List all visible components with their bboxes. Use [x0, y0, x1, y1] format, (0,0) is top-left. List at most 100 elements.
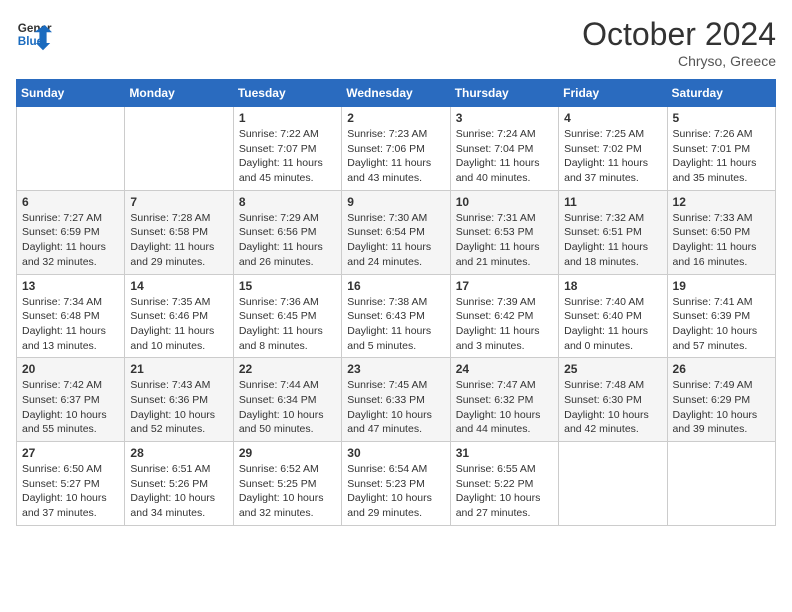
day-cell: 10 Sunrise: 7:31 AMSunset: 6:53 PMDayligh…	[450, 190, 558, 274]
day-number: 18	[564, 279, 661, 293]
col-header-sunday: Sunday	[17, 80, 125, 107]
day-cell: 22 Sunrise: 7:44 AMSunset: 6:34 PMDayligh…	[233, 358, 341, 442]
day-info: Sunrise: 7:28 AMSunset: 6:58 PMDaylight:…	[130, 211, 227, 270]
day-number: 25	[564, 362, 661, 376]
day-number: 17	[456, 279, 553, 293]
col-header-friday: Friday	[559, 80, 667, 107]
col-header-wednesday: Wednesday	[342, 80, 450, 107]
day-cell: 21 Sunrise: 7:43 AMSunset: 6:36 PMDayligh…	[125, 358, 233, 442]
calendar-table: SundayMondayTuesdayWednesdayThursdayFrid…	[16, 79, 776, 526]
day-info: Sunrise: 7:31 AMSunset: 6:53 PMDaylight:…	[456, 211, 553, 270]
day-number: 22	[239, 362, 336, 376]
day-cell: 5 Sunrise: 7:26 AMSunset: 7:01 PMDaylight…	[667, 107, 775, 191]
day-info: Sunrise: 7:43 AMSunset: 6:36 PMDaylight:…	[130, 378, 227, 437]
day-info: Sunrise: 7:49 AMSunset: 6:29 PMDaylight:…	[673, 378, 770, 437]
day-number: 2	[347, 111, 444, 125]
day-info: Sunrise: 7:40 AMSunset: 6:40 PMDaylight:…	[564, 295, 661, 354]
day-info: Sunrise: 6:55 AMSunset: 5:22 PMDaylight:…	[456, 462, 553, 521]
day-info: Sunrise: 7:48 AMSunset: 6:30 PMDaylight:…	[564, 378, 661, 437]
day-cell	[667, 442, 775, 526]
day-number: 5	[673, 111, 770, 125]
day-info: Sunrise: 7:30 AMSunset: 6:54 PMDaylight:…	[347, 211, 444, 270]
day-cell: 29 Sunrise: 6:52 AMSunset: 5:25 PMDayligh…	[233, 442, 341, 526]
day-number: 27	[22, 446, 119, 460]
week-row-3: 13 Sunrise: 7:34 AMSunset: 6:48 PMDayligh…	[17, 274, 776, 358]
day-cell: 31 Sunrise: 6:55 AMSunset: 5:22 PMDayligh…	[450, 442, 558, 526]
day-info: Sunrise: 7:45 AMSunset: 6:33 PMDaylight:…	[347, 378, 444, 437]
day-cell: 28Sunrise: 6:51 AMSunset: 5:26 PMDayligh…	[125, 442, 233, 526]
day-number: 13	[22, 279, 119, 293]
day-cell: 4 Sunrise: 7:25 AMSunset: 7:02 PMDaylight…	[559, 107, 667, 191]
day-cell: 6 Sunrise: 7:27 AMSunset: 6:59 PMDaylight…	[17, 190, 125, 274]
day-cell	[17, 107, 125, 191]
day-cell: 1 Sunrise: 7:22 AMSunset: 7:07 PMDaylight…	[233, 107, 341, 191]
day-info: Sunrise: 7:44 AMSunset: 6:34 PMDaylight:…	[239, 378, 336, 437]
day-cell: 16Sunrise: 7:38 AMSunset: 6:43 PMDayligh…	[342, 274, 450, 358]
day-number: 19	[673, 279, 770, 293]
day-cell: 18 Sunrise: 7:40 AMSunset: 6:40 PMDayligh…	[559, 274, 667, 358]
month-title: October 2024	[582, 16, 776, 53]
day-info: Sunrise: 7:27 AMSunset: 6:59 PMDaylight:…	[22, 211, 119, 270]
day-number: 15	[239, 279, 336, 293]
day-info: Sunrise: 7:29 AMSunset: 6:56 PMDaylight:…	[239, 211, 336, 270]
day-info: Sunrise: 7:47 AMSunset: 6:32 PMDaylight:…	[456, 378, 553, 437]
day-cell: 17 Sunrise: 7:39 AMSunset: 6:42 PMDayligh…	[450, 274, 558, 358]
day-cell: 25 Sunrise: 7:48 AMSunset: 6:30 PMDayligh…	[559, 358, 667, 442]
day-number: 21	[130, 362, 227, 376]
day-cell: 26Sunrise: 7:49 AMSunset: 6:29 PMDayligh…	[667, 358, 775, 442]
day-cell: 14 Sunrise: 7:35 AMSunset: 6:46 PMDayligh…	[125, 274, 233, 358]
col-header-monday: Monday	[125, 80, 233, 107]
day-number: 9	[347, 195, 444, 209]
day-number: 30	[347, 446, 444, 460]
header-row: SundayMondayTuesdayWednesdayThursdayFrid…	[17, 80, 776, 107]
day-cell: 15Sunrise: 7:36 AMSunset: 6:45 PMDayligh…	[233, 274, 341, 358]
week-row-4: 20Sunrise: 7:42 AMSunset: 6:37 PMDayligh…	[17, 358, 776, 442]
day-number: 29	[239, 446, 336, 460]
day-cell: 20Sunrise: 7:42 AMSunset: 6:37 PMDayligh…	[17, 358, 125, 442]
day-cell: 2 Sunrise: 7:23 AMSunset: 7:06 PMDaylight…	[342, 107, 450, 191]
day-number: 3	[456, 111, 553, 125]
page-header: General Blue October 2024 Chryso, Greece	[16, 16, 776, 69]
day-number: 14	[130, 279, 227, 293]
day-cell: 12Sunrise: 7:33 AMSunset: 6:50 PMDayligh…	[667, 190, 775, 274]
day-info: Sunrise: 7:39 AMSunset: 6:42 PMDaylight:…	[456, 295, 553, 354]
day-number: 6	[22, 195, 119, 209]
day-number: 11	[564, 195, 661, 209]
day-cell: 24Sunrise: 7:47 AMSunset: 6:32 PMDayligh…	[450, 358, 558, 442]
day-cell: 19 Sunrise: 7:41 AMSunset: 6:39 PMDayligh…	[667, 274, 775, 358]
day-cell: 30Sunrise: 6:54 AMSunset: 5:23 PMDayligh…	[342, 442, 450, 526]
day-info: Sunrise: 7:23 AMSunset: 7:06 PMDaylight:…	[347, 127, 444, 186]
day-info: Sunrise: 7:33 AMSunset: 6:50 PMDaylight:…	[673, 211, 770, 270]
day-number: 1	[239, 111, 336, 125]
day-info: Sunrise: 7:22 AMSunset: 7:07 PMDaylight:…	[239, 127, 336, 186]
day-cell: 9 Sunrise: 7:30 AMSunset: 6:54 PMDaylight…	[342, 190, 450, 274]
week-row-1: 1 Sunrise: 7:22 AMSunset: 7:07 PMDaylight…	[17, 107, 776, 191]
day-info: Sunrise: 7:35 AMSunset: 6:46 PMDaylight:…	[130, 295, 227, 354]
day-info: Sunrise: 7:32 AMSunset: 6:51 PMDaylight:…	[564, 211, 661, 270]
day-cell: 3Sunrise: 7:24 AMSunset: 7:04 PMDaylight…	[450, 107, 558, 191]
day-number: 4	[564, 111, 661, 125]
week-row-5: 27 Sunrise: 6:50 AMSunset: 5:27 PMDayligh…	[17, 442, 776, 526]
day-cell: 27 Sunrise: 6:50 AMSunset: 5:27 PMDayligh…	[17, 442, 125, 526]
day-number: 28	[130, 446, 227, 460]
day-number: 10	[456, 195, 553, 209]
day-info: Sunrise: 7:41 AMSunset: 6:39 PMDaylight:…	[673, 295, 770, 354]
col-header-tuesday: Tuesday	[233, 80, 341, 107]
logo-icon: General Blue	[16, 16, 52, 52]
col-header-saturday: Saturday	[667, 80, 775, 107]
day-cell: 23Sunrise: 7:45 AMSunset: 6:33 PMDayligh…	[342, 358, 450, 442]
logo: General Blue	[16, 16, 52, 52]
day-number: 7	[130, 195, 227, 209]
day-info: Sunrise: 7:34 AMSunset: 6:48 PMDaylight:…	[22, 295, 119, 354]
week-row-2: 6 Sunrise: 7:27 AMSunset: 6:59 PMDaylight…	[17, 190, 776, 274]
day-info: Sunrise: 7:26 AMSunset: 7:01 PMDaylight:…	[673, 127, 770, 186]
day-info: Sunrise: 6:52 AMSunset: 5:25 PMDaylight:…	[239, 462, 336, 521]
day-info: Sunrise: 6:50 AMSunset: 5:27 PMDaylight:…	[22, 462, 119, 521]
day-cell: 8Sunrise: 7:29 AMSunset: 6:56 PMDaylight…	[233, 190, 341, 274]
location: Chryso, Greece	[582, 53, 776, 69]
day-cell	[125, 107, 233, 191]
day-number: 31	[456, 446, 553, 460]
col-header-thursday: Thursday	[450, 80, 558, 107]
day-info: Sunrise: 7:25 AMSunset: 7:02 PMDaylight:…	[564, 127, 661, 186]
day-cell: 7 Sunrise: 7:28 AMSunset: 6:58 PMDaylight…	[125, 190, 233, 274]
